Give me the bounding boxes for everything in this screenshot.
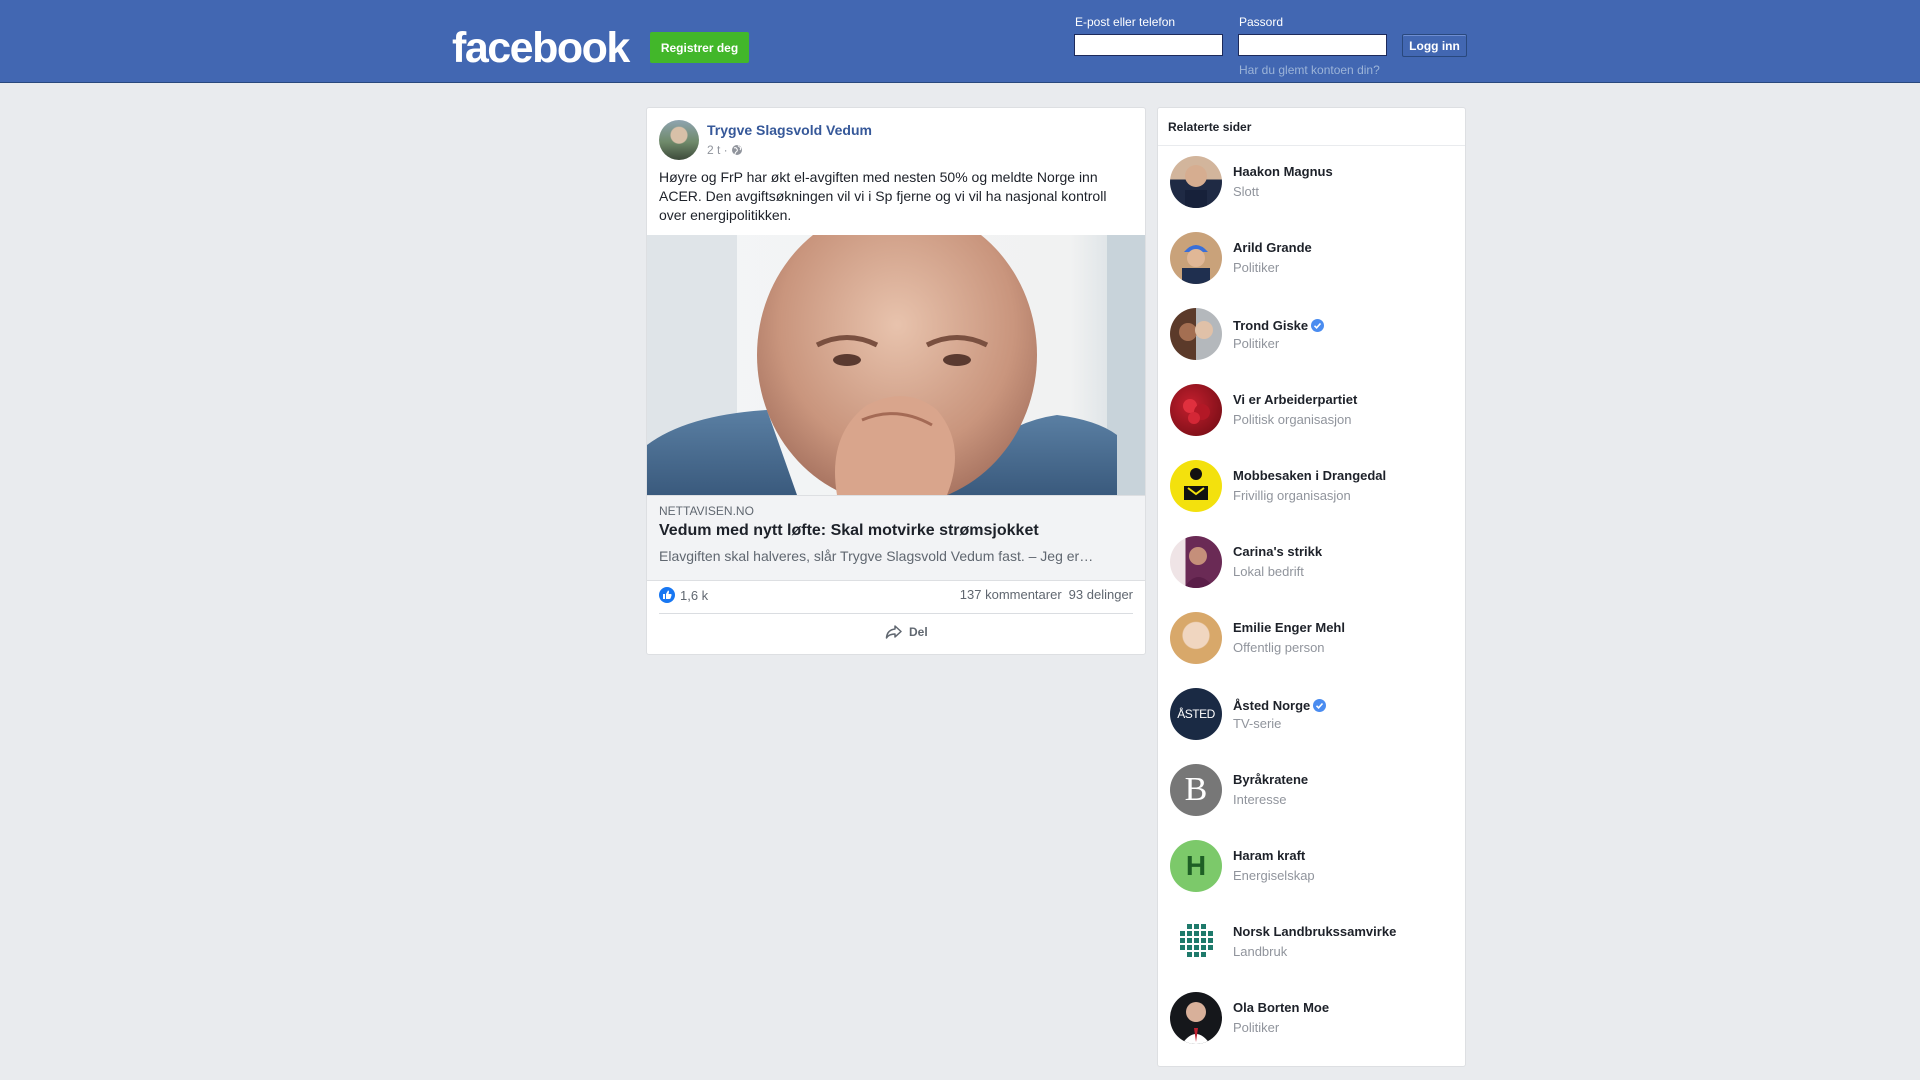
page-avatar[interactable] xyxy=(1170,232,1222,284)
page-name[interactable]: Haram kraft xyxy=(1233,848,1305,863)
reaction-summary[interactable]: 1,6 k xyxy=(659,587,708,603)
link-title[interactable]: Vedum med nytt løfte: Skal motvirke strø… xyxy=(659,522,1039,540)
related-pages-panel: Relaterte sider Haakon Magnus Slott Aril… xyxy=(1157,107,1466,1067)
related-pages-title: Relaterte sider xyxy=(1158,108,1465,146)
page-avatar[interactable]: H xyxy=(1170,840,1222,892)
verified-badge-icon xyxy=(1313,699,1327,712)
page-name[interactable]: Mobbesaken i Drangedal xyxy=(1233,468,1386,483)
page-category: Lokal bedrift xyxy=(1233,564,1304,579)
email-label: E-post eller telefon xyxy=(1075,15,1176,29)
facebook-logo[interactable]: facebook xyxy=(452,24,630,72)
page-name[interactable]: Åsted Norge xyxy=(1233,698,1327,713)
top-navbar: facebook Registrer deg E-post eller tele… xyxy=(0,0,1920,83)
page-avatar-label: B xyxy=(1184,771,1208,808)
page-category: TV-serie xyxy=(1233,716,1282,731)
page-name[interactable]: Haakon Magnus xyxy=(1233,164,1333,179)
page-avatar-label: ÅSTED xyxy=(1177,707,1215,721)
comment-count[interactable]: 137 kommentarer xyxy=(960,587,1062,602)
page-category: Frivillig organisasjon xyxy=(1233,488,1351,503)
engagement-counts: 137 kommentarer 93 delinger xyxy=(960,587,1133,602)
page-name[interactable]: Vi er Arbeiderpartiet xyxy=(1233,392,1357,407)
page-name[interactable]: Carina's strikk xyxy=(1233,544,1322,559)
page-category: Politiker xyxy=(1233,1020,1280,1035)
page-name[interactable]: Ola Borten Moe xyxy=(1233,1000,1329,1015)
page-category: Landbruk xyxy=(1233,944,1288,959)
email-field[interactable] xyxy=(1074,34,1223,56)
post-meta: 2 t · xyxy=(707,143,743,157)
page-avatar[interactable] xyxy=(1170,156,1222,208)
register-button[interactable]: Registrer deg xyxy=(650,32,749,63)
page-category: Politisk organisasjon xyxy=(1233,412,1352,427)
share-label: Del xyxy=(909,625,928,639)
page-name[interactable]: Arild Grande xyxy=(1233,240,1312,255)
page-avatar[interactable] xyxy=(1170,536,1222,588)
page-avatar[interactable] xyxy=(1170,992,1222,1044)
related-page-item[interactable]: Vi er Arbeiderpartiet Politisk organisas… xyxy=(1170,384,1460,440)
login-button[interactable]: Logg inn xyxy=(1402,34,1467,57)
related-page-item[interactable]: Emilie Enger Mehl Offentlig person xyxy=(1170,612,1460,668)
page-name[interactable]: Trond Giske xyxy=(1233,318,1325,333)
related-page-item[interactable]: Norsk Landbrukssamvirke Landbruk xyxy=(1170,916,1460,972)
like-icon xyxy=(659,587,675,603)
related-page-item[interactable]: Carina's strikk Lokal bedrift xyxy=(1170,536,1460,592)
post-link-image[interactable] xyxy=(647,235,1145,495)
page-avatar-label: H xyxy=(1185,850,1207,881)
grid-logo-icon xyxy=(1180,924,1213,957)
page-avatar[interactable]: B xyxy=(1170,764,1222,816)
forgot-account-link[interactable]: Har du glemt kontoen din? xyxy=(1239,63,1380,77)
divider xyxy=(659,613,1133,614)
link-description: Elavgiften skal halveres, slår Trygve Sl… xyxy=(659,548,1094,564)
share-count[interactable]: 93 delinger xyxy=(1069,587,1133,602)
page-category: Interesse xyxy=(1233,792,1287,807)
page-avatar[interactable] xyxy=(1170,916,1222,968)
link-domain: NETTAVISEN.NO xyxy=(659,504,754,518)
page-avatar[interactable] xyxy=(1170,612,1222,664)
post-card: Trygve Slagsvold Vedum 2 t · Høyre og Fr… xyxy=(646,107,1146,655)
globe-icon xyxy=(731,145,742,155)
share-icon xyxy=(885,625,902,639)
related-page-item[interactable]: Haakon Magnus Slott xyxy=(1170,156,1460,212)
post-text: Høyre og FrP har økt el-avgiften med nes… xyxy=(659,169,1107,223)
related-page-item[interactable]: Mobbesaken i Drangedal Frivillig organis… xyxy=(1170,460,1460,516)
page-avatar[interactable] xyxy=(1170,384,1222,436)
related-page-item[interactable]: Arild Grande Politiker xyxy=(1170,232,1460,288)
related-page-item[interactable]: Ola Borten Moe Politiker xyxy=(1170,992,1460,1048)
password-field[interactable] xyxy=(1238,34,1387,56)
password-label: Passord xyxy=(1239,15,1284,29)
page-category: Politiker xyxy=(1233,260,1280,275)
page-category: Slott xyxy=(1233,184,1260,199)
page-category: Politiker xyxy=(1233,336,1280,351)
related-page-item[interactable]: H Haram kraft Energiselskap xyxy=(1170,840,1460,896)
page-name[interactable]: Norsk Landbrukssamvirke xyxy=(1233,924,1396,939)
related-page-item[interactable]: B Byråkratene Interesse xyxy=(1170,764,1460,820)
link-preview[interactable]: NETTAVISEN.NO Vedum med nytt løfte: Skal… xyxy=(647,495,1145,581)
page-name[interactable]: Byråkratene xyxy=(1233,772,1308,787)
post-time[interactable]: 2 t · xyxy=(707,143,728,157)
related-page-item[interactable]: ÅSTED Åsted Norge TV-serie xyxy=(1170,688,1460,744)
page-avatar[interactable]: ÅSTED xyxy=(1170,688,1222,740)
page-category: Offentlig person xyxy=(1233,640,1325,655)
portrait-photo xyxy=(647,235,1145,495)
related-page-item[interactable]: Trond Giske Politiker xyxy=(1170,308,1460,364)
page-avatar[interactable] xyxy=(1170,460,1222,512)
page-category: Energiselskap xyxy=(1233,868,1315,883)
page-avatar[interactable] xyxy=(1170,308,1222,360)
share-button[interactable]: Del xyxy=(885,624,928,640)
verified-badge-icon xyxy=(1311,319,1325,332)
post-author-name[interactable]: Trygve Slagsvold Vedum xyxy=(707,122,872,138)
author-avatar[interactable] xyxy=(659,120,699,160)
like-count: 1,6 k xyxy=(680,587,709,603)
page-name[interactable]: Emilie Enger Mehl xyxy=(1233,620,1345,635)
